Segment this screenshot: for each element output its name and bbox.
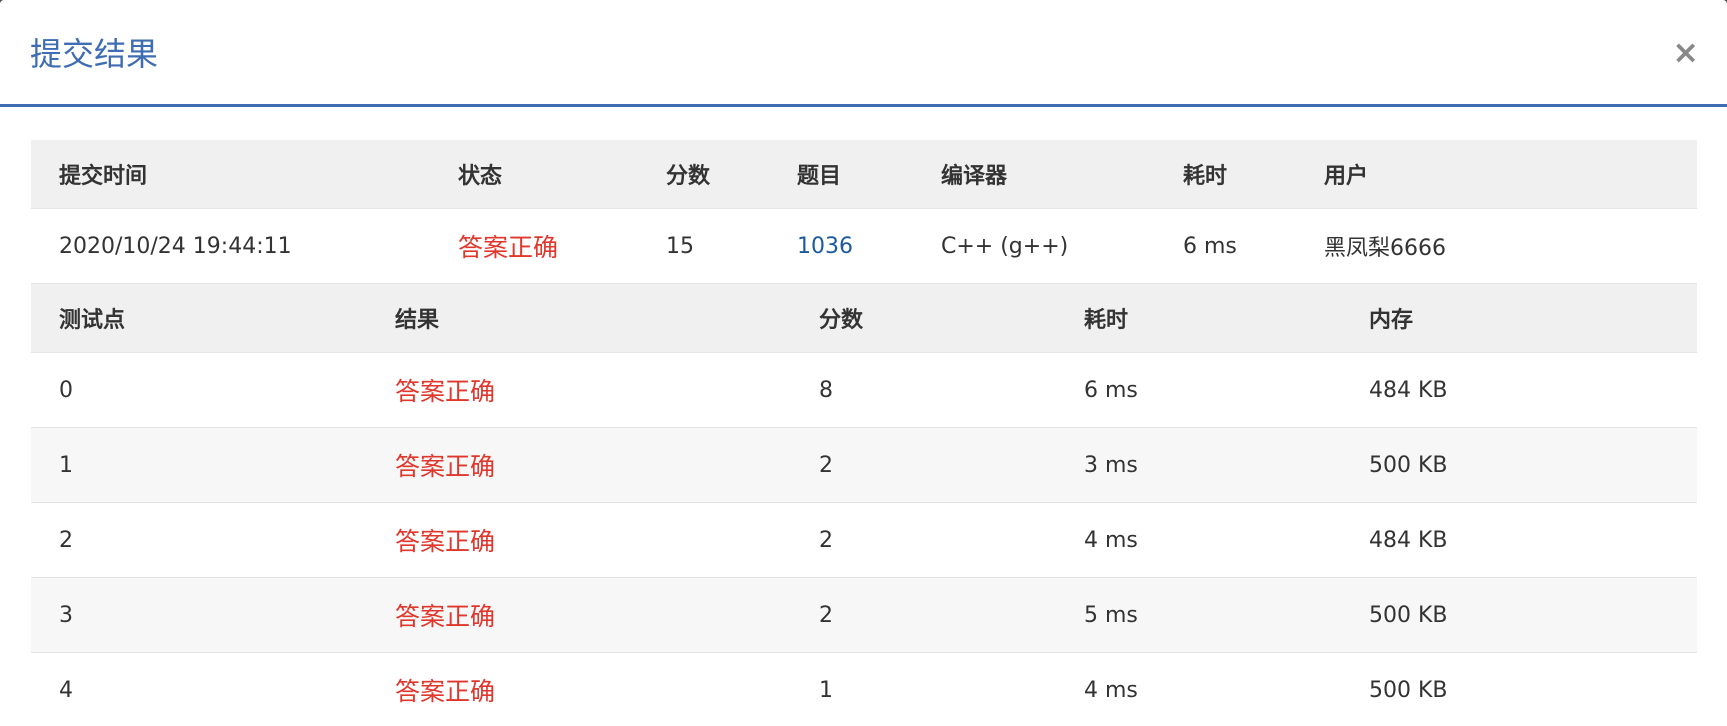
test-score: 2 (791, 427, 1056, 503)
col-header-test-score: 分数 (791, 284, 1056, 353)
compiler: C++ (g++) (913, 208, 1155, 284)
user-name: 黑凤梨6666 (1296, 208, 1697, 284)
col-header-problem: 题目 (769, 140, 913, 209)
table-row: 3 答案正确 2 5 ms 500 KB (31, 577, 1697, 653)
test-score: 2 (791, 502, 1056, 578)
status-badge: 答案正确 (430, 208, 638, 284)
test-score: 2 (791, 577, 1056, 653)
summary-header-row: 提交时间 状态 分数 题目 编译器 耗时 用户 (31, 140, 1697, 209)
tests-header-row: 测试点 结果 分数 耗时 内存 (31, 284, 1697, 353)
col-header-test-time: 耗时 (1056, 284, 1341, 353)
test-result: 答案正确 (367, 352, 791, 428)
test-id: 4 (31, 652, 367, 726)
col-header-submit-time: 提交时间 (31, 140, 430, 209)
dialog-body: 提交时间 状态 分数 题目 编译器 耗时 用户 2020/10/24 19:44… (31, 140, 1697, 726)
test-time: 4 ms (1056, 652, 1341, 726)
test-id: 2 (31, 502, 367, 578)
submit-time: 2020/10/24 19:44:11 (31, 208, 430, 284)
test-score: 1 (791, 652, 1056, 726)
duration: 6 ms (1155, 208, 1296, 284)
test-time: 6 ms (1056, 352, 1341, 428)
col-header-result: 结果 (367, 284, 791, 353)
test-id: 1 (31, 427, 367, 503)
submission-result-dialog: 提交结果 × 提交时间 状态 分数 题目 编译器 耗时 用户 2020/10/2… (0, 0, 1727, 726)
test-cases-table: 测试点 结果 分数 耗时 内存 0 答案正确 8 6 ms 484 KB 1 答 (31, 284, 1697, 726)
test-result: 答案正确 (367, 577, 791, 653)
col-header-user: 用户 (1296, 140, 1697, 209)
test-result: 答案正确 (367, 502, 791, 578)
table-row: 4 答案正确 1 4 ms 500 KB (31, 652, 1697, 726)
test-time: 3 ms (1056, 427, 1341, 503)
col-header-score: 分数 (638, 140, 769, 209)
col-header-status: 状态 (430, 140, 638, 209)
test-memory: 500 KB (1341, 577, 1697, 653)
col-header-compiler: 编译器 (913, 140, 1155, 209)
test-id: 0 (31, 352, 367, 428)
table-row: 0 答案正确 8 6 ms 484 KB (31, 352, 1697, 428)
problem-link[interactable]: 1036 (769, 208, 913, 284)
total-score: 15 (638, 208, 769, 284)
test-id: 3 (31, 577, 367, 653)
col-header-test-point: 测试点 (31, 284, 367, 353)
summary-table: 提交时间 状态 分数 题目 编译器 耗时 用户 2020/10/24 19:44… (31, 140, 1697, 284)
test-result: 答案正确 (367, 652, 791, 726)
table-row: 2 答案正确 2 4 ms 484 KB (31, 502, 1697, 578)
dialog-title: 提交结果 (30, 35, 159, 73)
test-result: 答案正确 (367, 427, 791, 503)
summary-row: 2020/10/24 19:44:11 答案正确 15 1036 C++ (g+… (31, 208, 1697, 284)
close-icon[interactable]: × (1672, 34, 1699, 70)
table-row: 1 答案正确 2 3 ms 500 KB (31, 427, 1697, 503)
dialog-header: 提交结果 × (0, 0, 1727, 107)
test-memory: 484 KB (1341, 502, 1697, 578)
test-time: 5 ms (1056, 577, 1341, 653)
test-memory: 500 KB (1341, 652, 1697, 726)
test-score: 8 (791, 352, 1056, 428)
col-header-memory: 内存 (1341, 284, 1697, 353)
col-header-duration: 耗时 (1155, 140, 1296, 209)
test-memory: 484 KB (1341, 352, 1697, 428)
test-memory: 500 KB (1341, 427, 1697, 503)
test-time: 4 ms (1056, 502, 1341, 578)
